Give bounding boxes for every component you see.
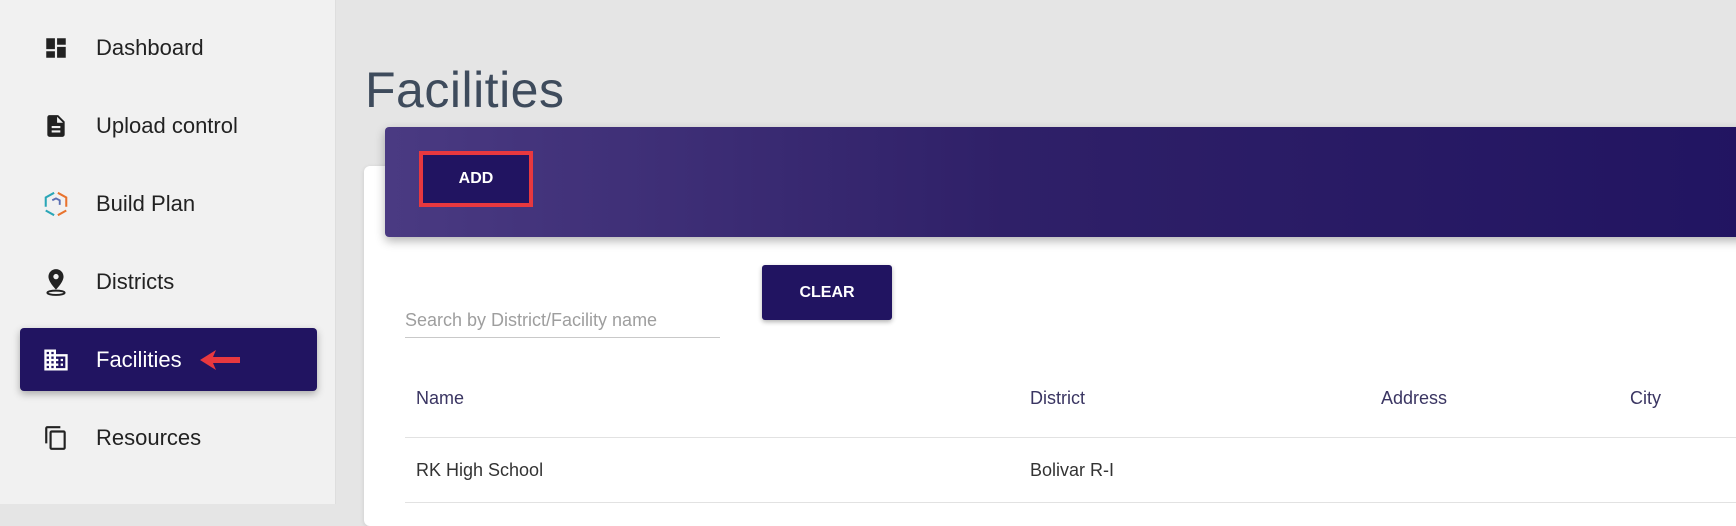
sidebar-item-facilities[interactable]: Facilities [20, 328, 317, 391]
sidebar-item-dashboard[interactable]: Dashboard [20, 16, 317, 79]
row-divider [405, 437, 1736, 438]
row-divider [405, 502, 1736, 503]
search-input[interactable] [405, 303, 720, 338]
card-header [385, 127, 1736, 237]
location-pin-icon [42, 268, 70, 296]
sidebar-item-label: Build Plan [96, 190, 196, 216]
column-header-name[interactable]: Name [416, 388, 464, 409]
sidebar-item-label: Dashboard [96, 34, 204, 60]
sidebar-item-resources[interactable]: Resources [20, 406, 317, 469]
sidebar-item-districts[interactable]: Districts [20, 250, 317, 313]
build-plan-logo-icon [42, 190, 70, 218]
copy-icon [42, 424, 70, 452]
clear-button[interactable]: CLEAR [762, 265, 892, 320]
add-button[interactable]: ADD [419, 151, 533, 207]
cell-name: RK High School [416, 460, 544, 480]
sidebar-item-label: Facilities [96, 346, 182, 372]
sidebar: Dashboard Upload control Build Plan Dist… [0, 0, 336, 504]
building-icon [42, 346, 70, 374]
column-header-address[interactable]: Address [1381, 388, 1447, 409]
column-header-district[interactable]: District [1030, 388, 1085, 409]
arrow-left-icon [200, 350, 240, 370]
cell-district: Bolivar R-I [1030, 460, 1115, 480]
column-header-city[interactable]: City [1630, 388, 1661, 409]
sidebar-item-label: Upload control [96, 112, 238, 138]
sidebar-item-label: Resources [96, 424, 202, 450]
dashboard-icon [42, 34, 70, 62]
sidebar-item-build-plan[interactable]: Build Plan [20, 172, 317, 235]
sidebar-item-upload-control[interactable]: Upload control [20, 94, 317, 157]
page-title: Facilities [365, 62, 565, 118]
file-icon [42, 112, 70, 140]
sidebar-item-label: Districts [96, 268, 175, 294]
